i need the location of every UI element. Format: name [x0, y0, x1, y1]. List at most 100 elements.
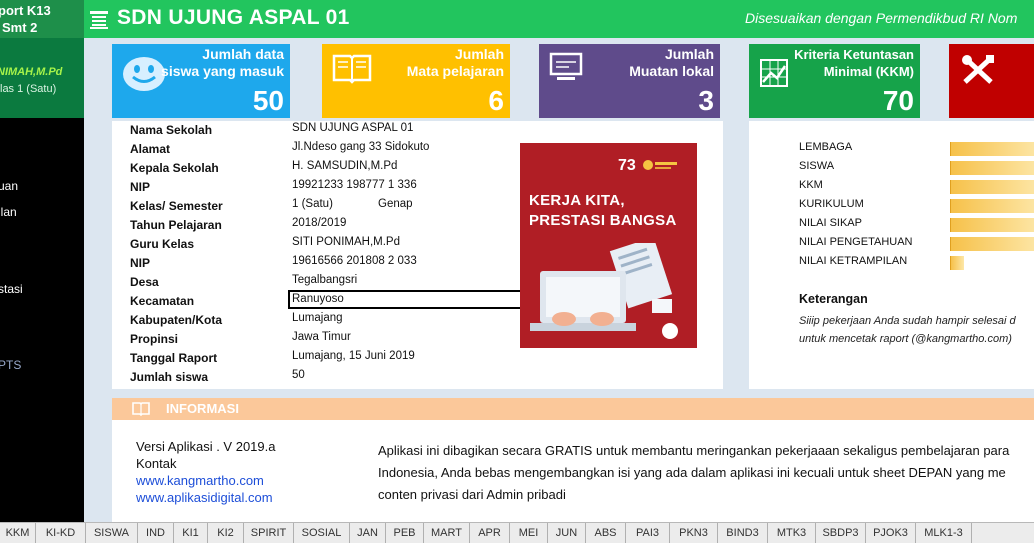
progress-panel: LEMBAGA SISWA KKM KURIKULUM NILAI SIKAP NILAI… — [749, 121, 1034, 389]
contact-label: Kontak — [136, 456, 177, 471]
progress-label: KKM — [799, 179, 823, 191]
sidebar-teacher: NIMAH,M.Pd — [0, 66, 63, 78]
sheet-tab[interactable]: SISWA — [86, 523, 138, 543]
sidebar-item-pengetahuan[interactable]: uan — [0, 179, 18, 193]
link-aplikasidigital[interactable]: www.aplikasidigital.com — [136, 489, 275, 506]
card-kkm[interactable]: Kriteria Ketuntasan Minimal (KKM) 70 — [749, 44, 920, 118]
poster-logo: 73 — [618, 157, 636, 174]
spreadsheet-dashboard: port K13 Smt 2 SDN UJUNG ASPAL 01 Disesu… — [0, 0, 1034, 543]
informasi-title: INFORMASI — [166, 401, 239, 416]
sidebar-item-keterampilan[interactable]: ilan — [0, 205, 17, 219]
sidebar: NIMAH,M.Pd las 1 (Satu) uan ilan stasi P… — [0, 38, 84, 522]
card-kkm-value: 70 — [882, 85, 914, 116]
sheet-tab[interactable]: KI1 — [174, 523, 208, 543]
info-row: Kelas/ Semester 1 (Satu) Genap — [130, 198, 413, 213]
card-settings[interactable] — [949, 44, 1034, 118]
info-row: NIP 19921233 198777 1 336 — [130, 179, 417, 194]
informasi-description: Aplikasi ini dibagikan secara GRATIS unt… — [378, 443, 1010, 502]
info-row: Jumlah siswa 50 — [130, 369, 305, 384]
card-students-value: 50 — [252, 85, 284, 116]
sheet-tab[interactable]: PKN3 — [670, 523, 718, 543]
sheet-tab[interactable]: KKM — [0, 523, 36, 543]
sheet-tab[interactable]: KI-KD — [36, 523, 86, 543]
progress-label: NILAI PENGETAHUAN — [799, 236, 913, 248]
progress-label: NILAI KETRAMPILAN — [799, 255, 908, 267]
progress-bar — [950, 218, 1034, 232]
progress-label: KURIKULUM — [799, 198, 864, 210]
sheet-tab[interactable]: JAN — [350, 523, 386, 543]
selected-cell[interactable] — [288, 290, 523, 309]
version-block: Versi Aplikasi . V 2019.a Kontak www.kan… — [136, 438, 275, 506]
sheet-tab[interactable]: IND — [138, 523, 174, 543]
card-students-label: Jumlah data siswa yang masuk — [161, 46, 284, 79]
version-text: Versi Aplikasi . V 2019.a — [136, 439, 276, 454]
tools-icon — [962, 55, 994, 84]
chart-icon — [760, 59, 788, 87]
sidebar-item-prestasi[interactable]: stasi — [0, 282, 23, 296]
sheet-tab[interactable]: SBDP3 — [816, 523, 866, 543]
header-left-line1: port K13 — [0, 3, 51, 18]
sheet-tab[interactable]: MTK3 — [768, 523, 816, 543]
info-row: Tanggal Raport Lumajang, 15 Juni 2019 — [130, 350, 415, 365]
progress-bar — [950, 180, 1034, 194]
ribbon-icon — [643, 160, 677, 170]
sheet-tab[interactable]: MEI — [510, 523, 548, 543]
progress-bar — [950, 237, 1034, 251]
progress-bar — [950, 142, 1034, 156]
book-icon — [332, 54, 372, 84]
book-icon — [132, 402, 150, 416]
page-title: SDN UJUNG ASPAL 01 — [117, 6, 350, 29]
building-icon — [90, 11, 108, 29]
poster-image: 73 KERJA KITA, PRESTASI BANGSA — [520, 143, 697, 348]
sheet-tab[interactable]: PEB — [386, 523, 424, 543]
laptop-illustration-icon — [530, 243, 678, 339]
sheet-tab[interactable]: MART — [424, 523, 470, 543]
keterangan-text: Siiip pekerjaan Anda sudah hampir selesa… — [799, 315, 1016, 345]
info-row: Nama Sekolah SDN UJUNG ASPAL 01 — [130, 122, 414, 137]
card-kkm-label: Kriteria Ketuntasan Minimal (KKM) — [794, 47, 914, 79]
poster-title: KERJA KITA, PRESTASI BANGSA — [529, 192, 677, 229]
info-row: Guru Kelas SITI PONIMAH,M.Pd — [130, 236, 400, 251]
monitor-icon — [549, 52, 583, 80]
info-row: Kabupaten/Kota Lumajang — [130, 312, 343, 327]
info-row: Kepala Sekolah H. SAMSUDIN,M.Pd — [130, 160, 398, 175]
header-left-label: port K13 Smt 2 — [0, 0, 84, 38]
header-note: Disesuaikan dengan Permendikbud RI Nom — [745, 10, 1018, 26]
card-subjects-label: Jumlah Mata pelajaran — [406, 46, 504, 79]
card-students[interactable]: Jumlah data siswa yang masuk 50 — [112, 44, 290, 118]
card-subjects-value: 6 — [488, 85, 504, 116]
sheet-tab[interactable]: MLK1-3 — [916, 523, 972, 543]
info-row: Alamat Jl.Ndeso gang 33 Sidokuto — [130, 141, 430, 156]
info-row: Propinsi Jawa Timur — [130, 331, 351, 346]
informasi-header: INFORMASI — [112, 398, 1034, 420]
smiley-icon — [123, 57, 165, 91]
progress-label: NILAI SIKAP — [799, 217, 862, 229]
progress-bar — [950, 199, 1034, 213]
sheet-tab[interactable]: PAI3 — [626, 523, 670, 543]
progress-label: SISWA — [799, 160, 835, 172]
card-local-content-label: Jumlah Muatan lokal — [629, 46, 714, 79]
card-subjects[interactable]: Jumlah Mata pelajaran 6 — [322, 44, 510, 118]
sheet-tab[interactable]: KI2 — [208, 523, 244, 543]
sheet-tab[interactable]: BIND3 — [718, 523, 768, 543]
sidebar-class: las 1 (Satu) — [0, 83, 57, 95]
card-local-content[interactable]: Jumlah Muatan lokal 3 — [539, 44, 720, 118]
sheet-tab[interactable]: PJOK3 — [866, 523, 916, 543]
header-left-line2: Smt 2 — [2, 20, 38, 35]
sidebar-item-pts[interactable]: PTS — [0, 358, 21, 372]
progress-bar — [950, 161, 1034, 175]
sheet-tab[interactable]: APR — [470, 523, 510, 543]
info-row: NIP 19616566 201808 2 033 — [130, 255, 417, 270]
progress-bar — [950, 256, 964, 270]
sheet-tab[interactable]: ABS — [586, 523, 626, 543]
progress-label: LEMBAGA — [799, 141, 853, 153]
informasi-body: Versi Aplikasi . V 2019.a Kontak www.kan… — [112, 420, 1034, 522]
header-bar: port K13 Smt 2 SDN UJUNG ASPAL 01 Disesu… — [0, 0, 1034, 38]
keterangan-title: Keterangan — [799, 292, 868, 306]
sheet-tab-bar: KKM KI-KD SISWA IND KI1 KI2 SPIRIT SOSIAL JAN PEB… — [0, 522, 1034, 543]
sheet-tab[interactable]: SPIRIT — [244, 523, 294, 543]
sidebar-profile: NIMAH,M.Pd las 1 (Satu) — [0, 38, 84, 118]
sheet-tab[interactable]: JUN — [548, 523, 586, 543]
sheet-tab[interactable]: SOSIAL — [294, 523, 350, 543]
link-kangmartho[interactable]: www.kangmartho.com — [136, 472, 275, 489]
